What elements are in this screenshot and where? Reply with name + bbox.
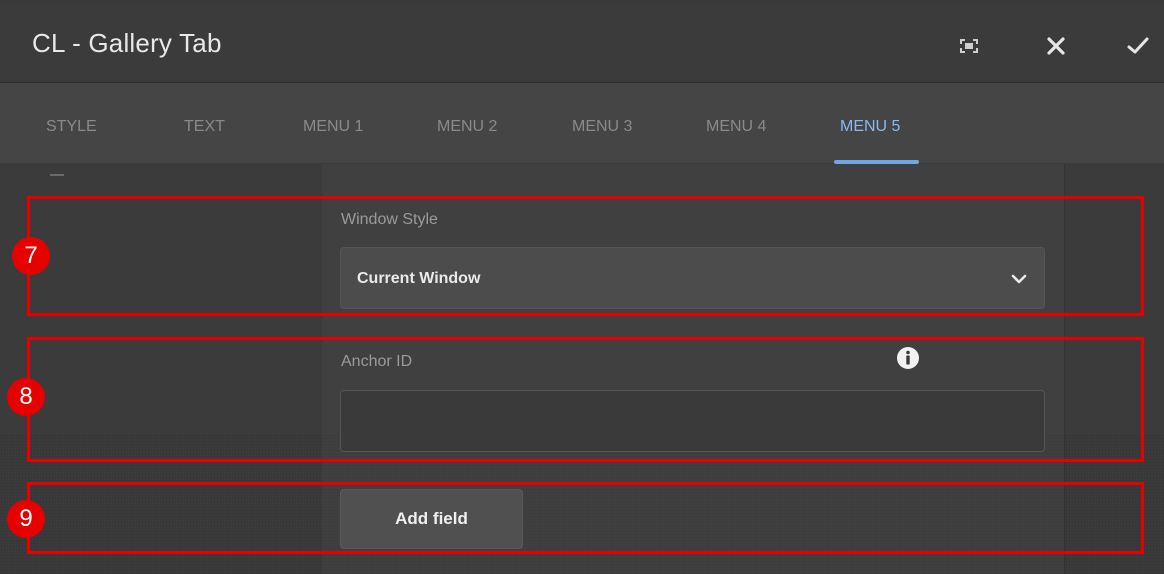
tab-menu-4[interactable]: MENU 4 [706, 118, 766, 136]
dialog-title: CL - Gallery Tab [32, 28, 222, 58]
collapsed-item-stub [50, 174, 64, 176]
annotation-box-9 [27, 482, 1144, 554]
close-icon [1047, 37, 1065, 55]
annotation-badge-8: 8 [7, 378, 45, 416]
annotation-box-7 [27, 196, 1144, 316]
tab-menu-1[interactable]: MENU 1 [303, 118, 363, 136]
checkmark-icon [1127, 37, 1149, 54]
dialog: CL - Gallery Tab STYLE TEXT MENU 1 MENU … [0, 0, 1164, 574]
tab-menu-2[interactable]: MENU 2 [437, 118, 497, 136]
fullscreen-button[interactable] [951, 28, 987, 64]
title-bar: CL - Gallery Tab [0, 6, 1164, 83]
fullscreen-icon [960, 39, 978, 53]
tab-style[interactable]: STYLE [46, 118, 97, 136]
confirm-button[interactable] [1120, 28, 1156, 64]
tab-text[interactable]: TEXT [184, 118, 225, 136]
tab-bar: STYLE TEXT MENU 1 MENU 2 MENU 3 MENU 4 M… [0, 83, 1164, 164]
tab-menu-3[interactable]: MENU 3 [572, 118, 632, 136]
tab-menu-5[interactable]: MENU 5 [840, 118, 900, 136]
annotation-box-8 [27, 337, 1144, 462]
close-button[interactable] [1038, 28, 1074, 64]
annotation-badge-7: 7 [12, 237, 50, 275]
annotation-badge-9: 9 [7, 500, 45, 538]
